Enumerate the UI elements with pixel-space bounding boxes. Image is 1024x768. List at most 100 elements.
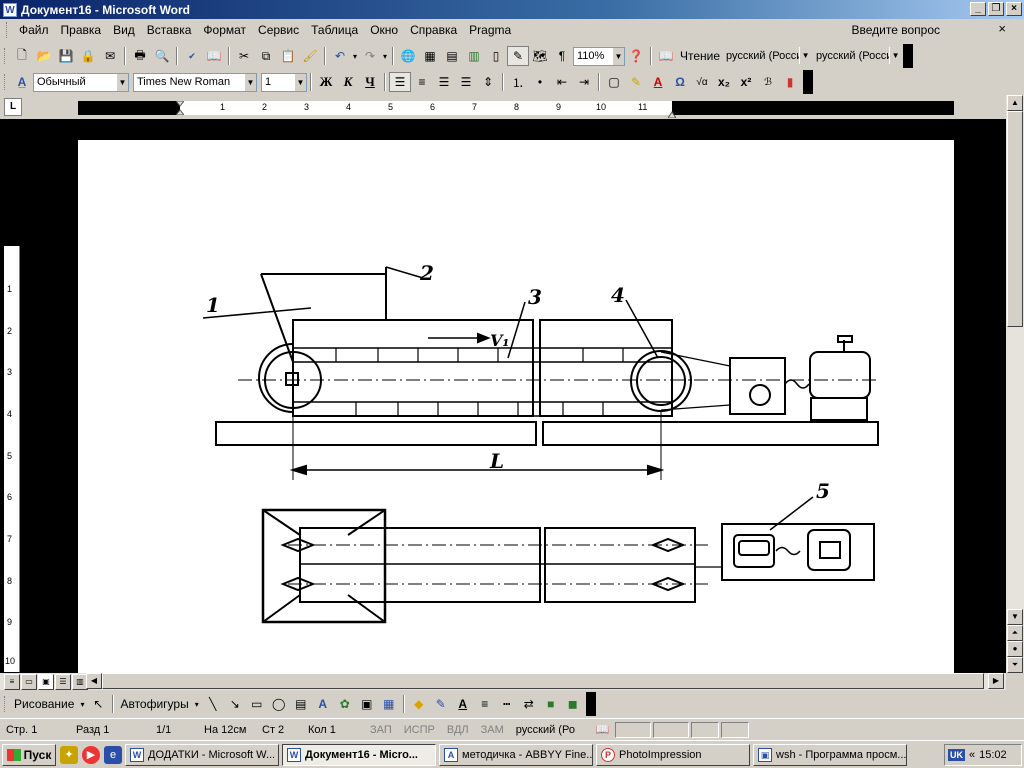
- menu-format[interactable]: Формат: [197, 23, 252, 37]
- restore-button[interactable]: ❐: [988, 2, 1004, 16]
- decrease-indent-icon[interactable]: ⇤: [551, 72, 573, 92]
- toolbar-options-chevron[interactable]: [803, 70, 813, 94]
- permission-icon[interactable]: 🔒: [77, 46, 99, 66]
- menu-edit[interactable]: Правка: [55, 23, 108, 37]
- numbering-icon[interactable]: ⒈: [507, 72, 529, 92]
- equation-icon[interactable]: √α: [691, 72, 713, 92]
- subscript-icon[interactable]: x₂: [713, 72, 735, 92]
- select-objects-icon[interactable]: ↖: [87, 694, 109, 714]
- status-extend[interactable]: ВДЛ: [441, 724, 475, 736]
- spelling-icon[interactable]: ✔: [181, 46, 203, 66]
- oval-tool-icon[interactable]: ◯: [268, 694, 290, 714]
- align-left-icon[interactable]: ☰: [389, 72, 411, 92]
- bold-button[interactable]: Ж: [315, 72, 337, 92]
- close-button[interactable]: ×: [1006, 2, 1022, 16]
- ask-question-box[interactable]: Введите вопрос: [852, 23, 941, 37]
- language-indicator[interactable]: UK: [948, 749, 965, 761]
- taskbar-item[interactable]: A методичка - ABBYY Fine...: [439, 743, 593, 766]
- print-icon[interactable]: 🖶: [129, 46, 151, 66]
- columns-icon[interactable]: ▯: [485, 46, 507, 66]
- chevron-down-icon[interactable]: ▼: [612, 47, 624, 65]
- menu-window[interactable]: Окно: [364, 23, 404, 37]
- font-color-icon[interactable]: A: [452, 694, 474, 714]
- diagram-icon[interactable]: ✿: [334, 694, 356, 714]
- copy-icon[interactable]: ⧉: [255, 46, 277, 66]
- wordart-icon[interactable]: A: [312, 694, 334, 714]
- menu-file[interactable]: Файл: [13, 23, 55, 37]
- chevron-down-icon[interactable]: ▼: [116, 73, 128, 91]
- bullets-icon[interactable]: •: [529, 72, 551, 92]
- document-map-icon[interactable]: 🗺: [529, 46, 551, 66]
- status-overtype[interactable]: ЗАМ: [475, 724, 510, 736]
- style-select[interactable]: Обычный ▼: [33, 72, 129, 92]
- menu-table[interactable]: Таблица: [305, 23, 364, 37]
- clock[interactable]: 15:02: [979, 749, 1007, 761]
- email-icon[interactable]: ✉: [99, 46, 121, 66]
- shadow-style-icon[interactable]: ■: [540, 694, 562, 714]
- taskbar-item-active[interactable]: W Документ16 - Micro...: [282, 743, 436, 766]
- previous-page-icon[interactable]: ⏶: [1007, 625, 1023, 641]
- menu-insert[interactable]: Вставка: [141, 23, 198, 37]
- chevron-down-icon[interactable]: ▾: [192, 700, 202, 709]
- hyperlink-icon[interactable]: 🌐: [397, 46, 419, 66]
- symbol-omega-icon[interactable]: Ω: [669, 72, 691, 92]
- reading-mode-icon[interactable]: 📖: [655, 46, 677, 66]
- quicklaunch-media-icon[interactable]: ▶: [82, 745, 100, 764]
- start-button[interactable]: Пуск: [2, 743, 56, 766]
- toolbar-grip[interactable]: [4, 74, 7, 90]
- right-indent-marker[interactable]: [667, 107, 677, 119]
- chevron-down-icon[interactable]: ▼: [889, 46, 902, 64]
- word-app-icon[interactable]: W: [3, 2, 17, 17]
- underline-button[interactable]: Ч: [359, 72, 381, 92]
- chevron-down-icon[interactable]: ▼: [244, 73, 256, 91]
- textbox-icon[interactable]: ▤: [290, 694, 312, 714]
- styles-formatting-icon[interactable]: A̲: [11, 72, 33, 92]
- taskbar-item[interactable]: P PhotoImpression: [596, 743, 750, 766]
- chevron-down-icon[interactable]: ▼: [294, 73, 306, 91]
- line-style-icon[interactable]: ≡: [474, 694, 496, 714]
- justify-icon[interactable]: ☰: [455, 72, 477, 92]
- next-page-icon[interactable]: ⏷: [1007, 657, 1023, 673]
- toolbar-options-chevron[interactable]: [585, 692, 596, 716]
- redo-dropdown-icon[interactable]: ▾: [381, 46, 389, 66]
- rectangle-tool-icon[interactable]: ▭: [246, 694, 268, 714]
- outline-view-icon[interactable]: ☰: [55, 674, 71, 690]
- format-painter-icon[interactable]: 🖌: [299, 46, 321, 66]
- horizontal-scrollbar[interactable]: ≡ ▭ ▣ ☰ ▥ ◀ ▶: [0, 673, 1006, 690]
- spelling-status-icon[interactable]: 📖: [590, 723, 616, 736]
- chevron-down-icon[interactable]: ▾: [77, 700, 87, 709]
- language-select-1[interactable]: русский (Росси ▼: [723, 46, 812, 66]
- align-right-icon[interactable]: ☰: [433, 72, 455, 92]
- toolbar-grip[interactable]: [4, 48, 7, 64]
- taskbar-item[interactable]: ▣ wsh - Программа просм...: [753, 743, 907, 766]
- document-close-button[interactable]: ×: [998, 21, 1006, 36]
- print-layout-icon[interactable]: ▣: [38, 674, 54, 690]
- new-document-icon[interactable]: 🗋: [11, 46, 33, 66]
- 3d-style-icon[interactable]: ◼: [562, 694, 584, 714]
- undo-dropdown-icon[interactable]: ▾: [351, 46, 359, 66]
- phonetic-guide-icon[interactable]: ℬ: [757, 72, 779, 92]
- menu-help[interactable]: Справка: [404, 23, 463, 37]
- status-record-macro[interactable]: ЗАП: [364, 724, 398, 736]
- menu-grip[interactable]: [6, 22, 9, 38]
- italic-button[interactable]: К: [337, 72, 359, 92]
- chart-icon[interactable]: ▮: [779, 72, 801, 92]
- toolbar-options-chevron[interactable]: [903, 44, 914, 68]
- cut-icon[interactable]: ✂: [233, 46, 255, 66]
- help-icon[interactable]: ❓: [625, 46, 647, 66]
- superscript-icon[interactable]: x²: [735, 72, 757, 92]
- menu-pragma[interactable]: Pragma: [463, 23, 517, 37]
- quicklaunch-browser-icon[interactable]: e: [104, 745, 122, 764]
- insert-excel-icon[interactable]: ▥: [463, 46, 485, 66]
- tab-selector-button[interactable]: L: [4, 98, 22, 116]
- minimize-button[interactable]: _: [970, 2, 986, 16]
- undo-icon[interactable]: ↶: [329, 46, 351, 66]
- scroll-down-arrow-icon[interactable]: ▼: [1007, 609, 1023, 625]
- drawing-toggle-icon[interactable]: ✎: [507, 46, 529, 66]
- document-page[interactable]: 1 2 3 4 5 V₁ L: [78, 140, 954, 675]
- font-color-icon[interactable]: A: [647, 72, 669, 92]
- scroll-up-arrow-icon[interactable]: ▲: [1007, 95, 1023, 111]
- menu-view[interactable]: Вид: [107, 23, 141, 37]
- scroll-thumb[interactable]: [1007, 111, 1023, 327]
- drawing-menu-button[interactable]: Рисование: [11, 697, 77, 711]
